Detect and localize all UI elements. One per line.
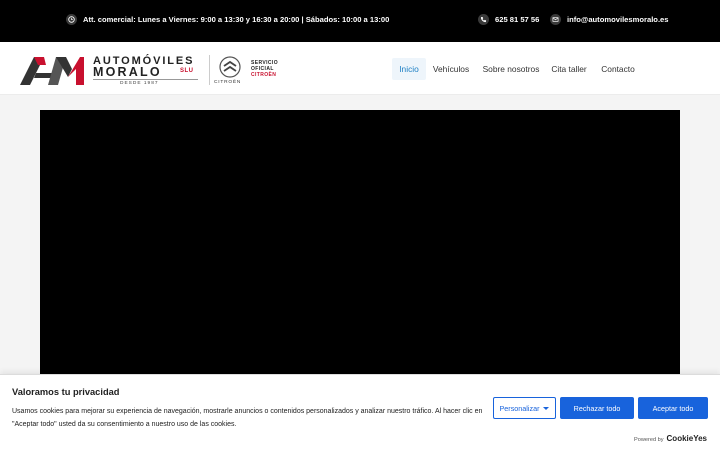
brand-suffix: SLU [180, 68, 194, 74]
top-info-bar: Att. comercial: Lunes a Viernes: 9:00 a … [0, 0, 720, 42]
nav-item-vehiculos[interactable]: Vehículos [430, 58, 472, 80]
partner-name: CITROËN [214, 80, 242, 85]
nav-item-sobre-nosotros[interactable]: Sobre nosotros [480, 58, 542, 80]
brand-since: DESDE 1987 [120, 81, 159, 86]
nav-item-cita-taller[interactable]: Cita taller [549, 58, 589, 80]
email-address[interactable]: info@automovilesmoralo.es [567, 15, 669, 24]
nav-item-inicio[interactable]: Inicio [392, 58, 426, 80]
customize-label: Personalizar [499, 403, 540, 413]
phone-icon [478, 14, 489, 25]
brand-line-2: MORALO [93, 65, 162, 79]
reject-all-button[interactable]: Rechazar todo [560, 397, 634, 419]
powered-by-label: Powered by [633, 437, 664, 443]
cookie-title: Valoramos tu privacidad [12, 387, 120, 397]
video-player[interactable] [40, 110, 680, 380]
phone-number[interactable]: 625 81 57 56 [495, 15, 539, 24]
customize-cookies-button[interactable]: Personalizar [493, 397, 556, 419]
clock-icon [66, 14, 77, 25]
business-hours: Att. comercial: Lunes a Viernes: 9:00 a … [66, 14, 389, 25]
logo-separator [209, 55, 210, 85]
business-hours-text: Att. comercial: Lunes a Viernes: 9:00 a … [83, 15, 390, 24]
accept-all-button[interactable]: Aceptar todo [638, 397, 708, 419]
email-contact[interactable]: info@automovilesmoralo.es [550, 14, 669, 25]
cookieyes-logo[interactable]: CookieYes [667, 434, 707, 443]
cookie-description: Usamos cookies para mejorar su experienc… [12, 408, 483, 428]
powered-by: Powered by CookieYes [634, 434, 707, 443]
site-logo[interactable]: AUTOMÓVILES MORALO SLU DESDE 1987 CITROË… [20, 53, 280, 87]
chevron-down-icon [543, 406, 550, 410]
am-logo-mark [20, 57, 84, 85]
partner-tag-3: CITROËN [251, 72, 277, 78]
phone-contact[interactable]: 625 81 57 56 [478, 14, 539, 25]
citroen-icon [219, 56, 241, 78]
mail-icon [550, 14, 561, 25]
brand-divider [93, 79, 198, 80]
nav-item-contacto[interactable]: Contacto [597, 58, 639, 80]
cookie-consent-banner: Valoramos tu privacidad Usamos cookies p… [0, 374, 720, 450]
